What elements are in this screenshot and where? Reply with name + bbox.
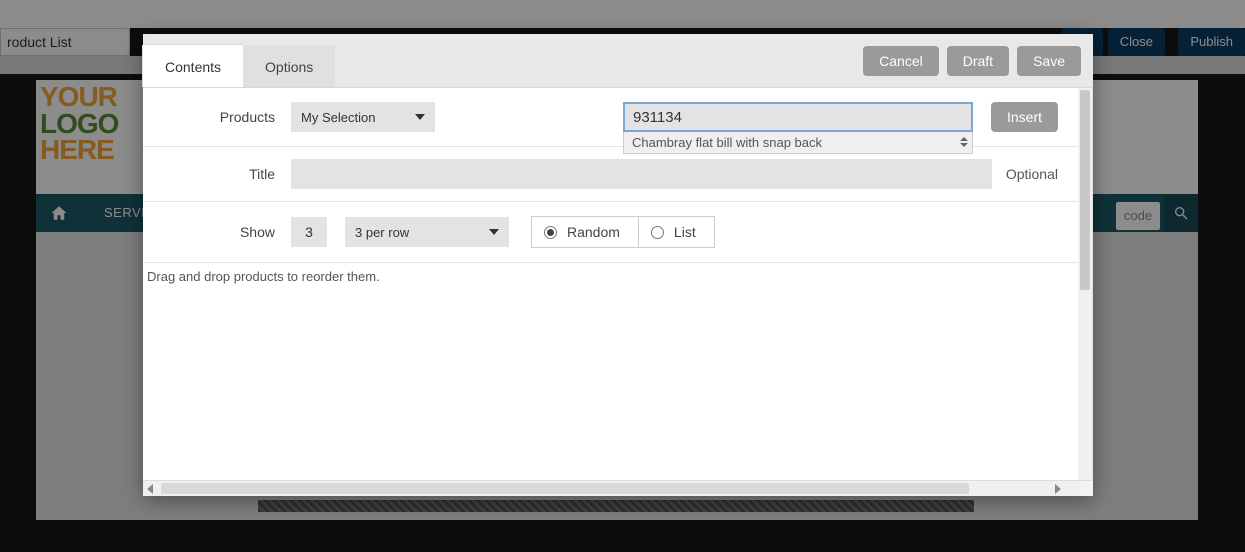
draft-button[interactable]: Draft bbox=[947, 46, 1009, 76]
dialog-scroll-area: Products My Selection Chambray flat bill… bbox=[143, 88, 1078, 480]
radio-list[interactable]: List bbox=[639, 217, 714, 247]
scroll-right-icon[interactable] bbox=[1055, 484, 1061, 494]
radio-random-label: Random bbox=[567, 224, 620, 240]
products-select-value: My Selection bbox=[301, 110, 375, 125]
radio-list-label: List bbox=[674, 224, 696, 240]
products-row: Products My Selection Chambray flat bill… bbox=[143, 88, 1078, 147]
products-select[interactable]: My Selection bbox=[291, 102, 435, 132]
drag-hint: Drag and drop products to reorder them. bbox=[143, 263, 1078, 290]
tab-options[interactable]: Options bbox=[243, 45, 335, 87]
spinner-up-icon bbox=[960, 137, 968, 141]
save-button[interactable]: Save bbox=[1017, 46, 1081, 76]
dialog-actions: Cancel Draft Save bbox=[863, 46, 1081, 76]
products-label: Products bbox=[143, 109, 291, 125]
product-search-wrap: Chambray flat bill with snap back bbox=[623, 102, 973, 132]
scrollbar-thumb[interactable] bbox=[161, 483, 969, 494]
title-row: Title Optional bbox=[143, 147, 1078, 202]
scrollbar-thumb[interactable] bbox=[1080, 90, 1090, 290]
dialog-footer bbox=[143, 480, 1093, 496]
horizontal-scrollbar[interactable] bbox=[143, 481, 1079, 496]
radio-icon bbox=[544, 226, 557, 239]
cancel-button[interactable]: Cancel bbox=[863, 46, 939, 76]
display-mode-radio-group: Random List bbox=[531, 216, 715, 248]
scroll-left-icon[interactable] bbox=[147, 484, 153, 494]
dialog-tabs: Contents Options bbox=[143, 45, 335, 87]
radio-random[interactable]: Random bbox=[532, 217, 639, 247]
title-label: Title bbox=[143, 166, 291, 182]
chevron-down-icon bbox=[489, 229, 499, 235]
chevron-down-icon bbox=[415, 114, 425, 120]
title-optional: Optional bbox=[1006, 166, 1058, 182]
product-search-input[interactable] bbox=[623, 102, 973, 132]
title-input[interactable] bbox=[291, 159, 992, 189]
product-list-dialog: Contents Options Cancel Draft Save Produ… bbox=[143, 34, 1093, 496]
show-label: Show bbox=[143, 224, 291, 240]
per-row-value: 3 per row bbox=[355, 225, 409, 240]
vertical-scrollbar[interactable] bbox=[1078, 88, 1092, 480]
dialog-header: Contents Options Cancel Draft Save bbox=[143, 34, 1093, 88]
show-count-input[interactable] bbox=[291, 217, 327, 247]
tab-contents[interactable]: Contents bbox=[143, 45, 243, 87]
show-row: Show 3 per row Random List bbox=[143, 202, 1078, 263]
insert-button[interactable]: Insert bbox=[991, 102, 1058, 132]
radio-icon bbox=[651, 226, 664, 239]
dialog-content: Products My Selection Chambray flat bill… bbox=[143, 88, 1093, 480]
per-row-select[interactable]: 3 per row bbox=[345, 217, 509, 247]
